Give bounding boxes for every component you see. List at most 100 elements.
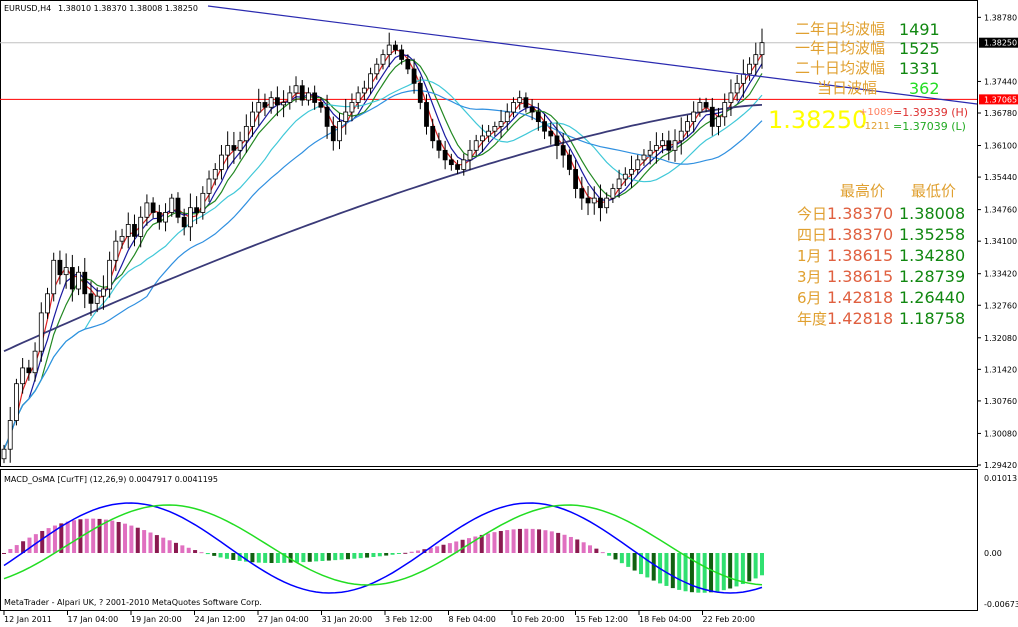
time-label: 17 Jan 04:00 [68,615,119,624]
candle-body [747,63,752,75]
candle-body [374,63,380,75]
macd-hist-bar [231,553,236,560]
candle-body [753,54,759,65]
candle-body [138,216,144,237]
stats-panel: 二年日均波幅 1491 一年日均波幅 1525 二十日均波幅 1331 当日波幅… [768,20,968,328]
candle-body [560,145,566,156]
candle-body [598,197,603,209]
indicator-header: MACD_OsMA [CurTF] (12,26,9) 0.0047917 0.… [4,475,218,484]
candle-body [312,92,318,103]
macd-hist-bar [365,553,370,558]
macd-hist-bar [307,553,312,562]
stats-row-high: 1.42818 [827,288,893,307]
candle-body [728,92,734,103]
stats-row-low: 1.35258 [899,225,965,244]
macd-hist-bar [103,519,108,553]
avg-label-2: 二十日均波幅 [795,59,885,77]
candle-body [88,293,94,304]
candle-body [101,288,106,297]
price-label: 1.36100 [984,142,1017,151]
candle-body [480,135,485,142]
candle-body [585,197,591,204]
macd-hist-bar [435,546,440,553]
macd-hist-bar [670,553,675,589]
current-price-big: 1.38250 [768,106,867,134]
avg-value-0: 1491 [899,20,940,39]
macd-hist-bar [371,553,376,557]
candle-body [175,197,181,218]
ohlc-label: 1.38010 1.38370 1.38008 1.38250 [58,4,198,13]
time-label: 10 Feb 20:00 [512,615,564,624]
session-time-newyork: 20:09 [914,155,957,173]
candle-body [498,121,504,127]
candle-body [405,59,411,70]
candle-body [734,82,740,94]
stats-row-high: 1.38615 [827,246,893,265]
time-label: 15 Feb 12:00 [576,615,628,624]
candle-body [411,68,417,84]
candle-body [635,159,641,170]
macd-hist-bar [256,553,261,563]
macd-hist-bar [594,548,599,553]
candle-body [194,207,200,213]
candle-body [187,207,193,228]
candle-body [523,97,529,108]
candle-body [386,44,392,56]
price-tag-label: 1.38250 [984,39,1017,48]
stats-row-label: 6月 [797,289,822,307]
candle-body [274,97,280,106]
stats-row-low: 1.26440 [899,288,965,307]
macd-hist-bar [498,531,503,553]
candle-body [231,145,237,151]
stats-row-low: 1.28739 [899,267,965,286]
candle-body [647,149,653,156]
macd-hist-bar [142,530,147,553]
macd-hist-bar [619,553,624,564]
candle-body [461,159,467,170]
candle-body [1,448,7,460]
candle-body [237,140,243,151]
macd-hist-bar [65,521,70,553]
candle-body [212,169,218,180]
candle-body [716,116,721,127]
macd-hist-bar [702,553,707,593]
price-label: 1.35440 [984,173,1017,182]
high-delta: +1089 [859,107,893,118]
macd-hist-bar [747,553,752,582]
candle-body [163,212,168,223]
time-label: 8 Feb 04:00 [449,615,496,624]
macd-hist-bar [345,553,350,560]
candle-body [287,92,293,103]
macd-hist-bar [486,533,491,553]
avg-value-3: 362 [909,79,940,98]
table-header-low: 最低价 [911,182,956,200]
macd-hist-bar [517,528,522,553]
candle-body [82,271,88,295]
macd-hist-bar [129,525,134,553]
macd-hist-bar [651,553,656,581]
candle-body [517,97,523,103]
macd-hist-bar [358,553,363,559]
candle-body [579,188,585,199]
macd-hist-bar [505,530,510,553]
macd-hist-bar [27,537,32,553]
candle-body [573,169,579,189]
macd-hist-bar [269,553,274,563]
time-label: 27 Jan 04:00 [258,615,309,624]
candle-body [156,212,162,223]
candle-body [299,85,305,101]
candle-body [76,271,81,290]
candle-body [293,85,299,94]
candle-body [399,49,405,60]
macd-hist-bar [110,520,115,553]
price-label: 1.30080 [984,429,1017,438]
candle-body [20,367,26,385]
macd-hist-bar [263,553,268,563]
macd-hist-bar [46,528,51,553]
candle-body [200,192,206,213]
session-name-newyork: NewYork [817,155,881,173]
candle-body [492,125,498,132]
candle-body [703,102,709,108]
price-label: 1.32080 [984,334,1017,343]
candle-body [591,197,597,204]
